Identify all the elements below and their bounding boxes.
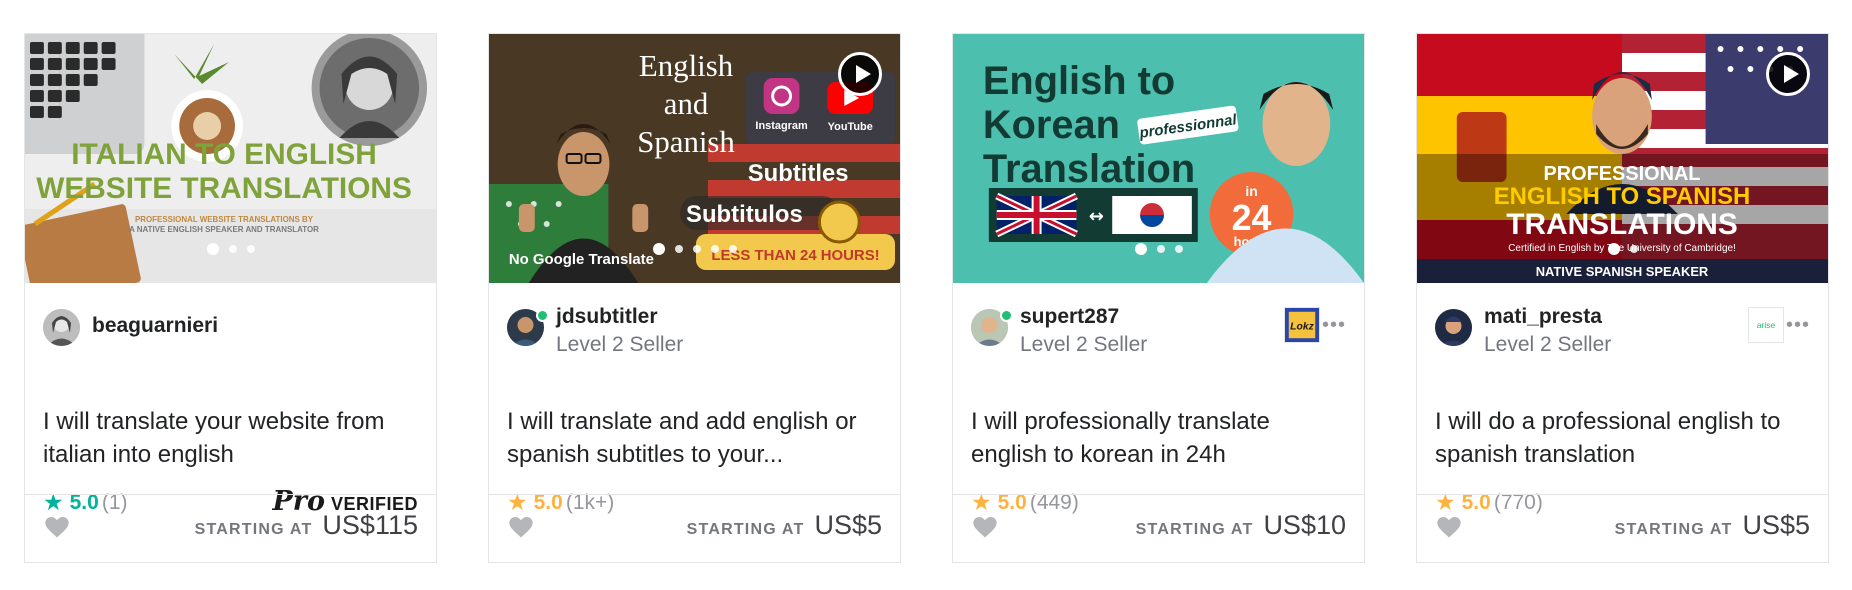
gig-thumbnail[interactable]: English to Korean Translation profession… [953,34,1364,283]
seller-info: beaguarnieri [25,283,436,371]
carousel-dot[interactable] [710,245,719,253]
play-video-button[interactable] [1766,52,1810,96]
svg-text:Spanish: Spanish [637,124,735,159]
price-block[interactable]: STARTING AT US$10 [1136,510,1346,541]
gig-title[interactable]: I will professionally translate english … [971,405,1346,471]
gig-card[interactable]: ITALIAN TO ENGLISH WEBSITE TRANSLATIONS … [24,33,437,563]
carousel-dot[interactable] [206,243,219,255]
carousel-dot[interactable] [728,245,737,253]
seller-level: Level 2 Seller [1484,333,1612,356]
svg-text:↔: ↔ [1089,206,1104,227]
svg-text:ENGLISH TO SPANISH: ENGLISH TO SPANISH [1494,183,1751,210]
seller-info: supert287 Level 2 Seller Lokz ••• [953,283,1364,371]
seller-level: Level 2 Seller [556,333,684,356]
svg-text:Lokz: Lokz [1290,322,1314,333]
gig-price: US$5 [814,510,882,540]
seller-name[interactable]: mati_presta [1484,305,1602,329]
gig-footer: STARTING AT US$115 [25,494,436,562]
starting-at-label: STARTING AT [194,521,313,538]
more-options-icon[interactable]: ••• [1322,314,1346,337]
carousel-dots[interactable] [1607,243,1638,255]
price-block[interactable]: STARTING AT US$115 [195,510,418,541]
seller-info: mati_presta Level 2 Seller arise ••• [1417,283,1828,371]
svg-text:PROFESSIONAL WEBSITE TRANSLATI: PROFESSIONAL WEBSITE TRANSLATIONS BY [135,215,314,224]
agency-badge-icon[interactable]: arise [1748,307,1784,343]
carousel-dot[interactable] [246,245,255,253]
gig-thumbnail[interactable]: ITALIAN TO ENGLISH WEBSITE TRANSLATIONS … [25,34,436,283]
starting-at-label: STARTING AT [1135,521,1254,538]
seller-name[interactable]: supert287 [1020,305,1119,329]
heart-icon[interactable] [971,513,999,541]
heart-icon[interactable] [1435,513,1463,541]
online-indicator [1000,309,1013,322]
carousel-dots[interactable] [206,243,255,255]
carousel-dot[interactable] [652,243,665,255]
seller-name[interactable]: jdsubtitler [556,305,658,329]
gig-card[interactable]: PROFESSIONAL ENGLISH TO SPANISH TRANSLAT… [1416,33,1829,563]
svg-text:WEBSITE TRANSLATIONS: WEBSITE TRANSLATIONS [36,172,412,205]
svg-text:YouTube: YouTube [828,121,873,133]
gig-footer: STARTING AT US$5 [489,494,900,562]
more-options-icon[interactable]: ••• [1786,314,1810,337]
seller-avatar[interactable] [1435,309,1472,346]
carousel-dot[interactable] [1134,243,1147,255]
svg-text:Translation: Translation [983,147,1195,191]
gig-thumbnail[interactable]: PROFESSIONAL ENGLISH TO SPANISH TRANSLAT… [1417,34,1828,283]
seller-avatar[interactable] [43,309,80,346]
gig-title[interactable]: I will translate and add english or span… [507,405,882,471]
svg-text:NATIVE SPANISH SPEAKER: NATIVE SPANISH SPEAKER [1536,264,1709,279]
carousel-dot[interactable] [1607,243,1620,255]
gig-price: US$115 [322,510,418,540]
starting-at-label: STARTING AT [1614,521,1733,538]
svg-text:and: and [664,86,709,121]
carousel-dot[interactable] [1174,245,1183,253]
gig-card[interactable]: English to Korean Translation profession… [952,33,1365,563]
gig-title[interactable]: I will do a professional english to span… [1435,405,1810,471]
svg-text:Subtitulos: Subtitulos [686,201,803,228]
price-block[interactable]: STARTING AT US$5 [1615,510,1810,541]
carousel-dot[interactable] [1156,245,1165,253]
gig-card[interactable]: Instagram YouTube English and Spanish Su… [488,33,901,563]
svg-text:TRANSLATIONS: TRANSLATIONS [1506,208,1737,241]
carousel-dot[interactable] [692,245,701,253]
seller-level: Level 2 Seller [1020,333,1148,356]
starting-at-label: STARTING AT [686,521,805,538]
carousel-dots[interactable] [652,243,737,255]
price-block[interactable]: STARTING AT US$5 [687,510,882,541]
svg-text:PROFESSIONAL: PROFESSIONAL [1544,163,1701,185]
gig-footer: STARTING AT US$5 [1417,494,1828,562]
carousel-dot[interactable] [674,245,683,253]
carousel-dots[interactable] [1134,243,1183,255]
svg-text:English to: English to [983,59,1175,103]
svg-text:No Google Translate: No Google Translate [509,251,654,268]
heart-icon[interactable] [507,513,535,541]
svg-text:Instagram: Instagram [755,120,808,132]
gig-price: US$5 [1742,510,1810,540]
carousel-dot[interactable] [1629,245,1638,253]
seller-info: jdsubtitler Level 2 Seller [489,283,900,371]
svg-text:Subtitles: Subtitles [748,160,849,187]
gig-price: US$10 [1263,510,1346,540]
heart-icon[interactable] [43,513,71,541]
svg-text:LESS THAN 24 HOURS!: LESS THAN 24 HOURS! [711,247,879,264]
svg-text:arise: arise [1757,320,1776,330]
svg-text:Korean: Korean [983,103,1120,147]
gig-title[interactable]: I will translate your website from itali… [43,405,418,471]
gig-thumbnail[interactable]: Instagram YouTube English and Spanish Su… [489,34,900,283]
svg-text:English: English [639,48,734,83]
svg-text:24: 24 [1232,197,1272,238]
agency-badge-icon[interactable]: Lokz [1284,307,1320,343]
online-indicator [536,309,549,322]
svg-text:ITALIAN TO ENGLISH: ITALIAN TO ENGLISH [71,138,377,171]
svg-text:A NATIVE ENGLISH SPEAKER AND T: A NATIVE ENGLISH SPEAKER AND TRANSLATOR [129,225,319,234]
play-video-button[interactable] [838,52,882,96]
seller-name[interactable]: beaguarnieri [92,314,218,338]
gig-footer: STARTING AT US$10 [953,494,1364,562]
carousel-dot[interactable] [228,245,237,253]
